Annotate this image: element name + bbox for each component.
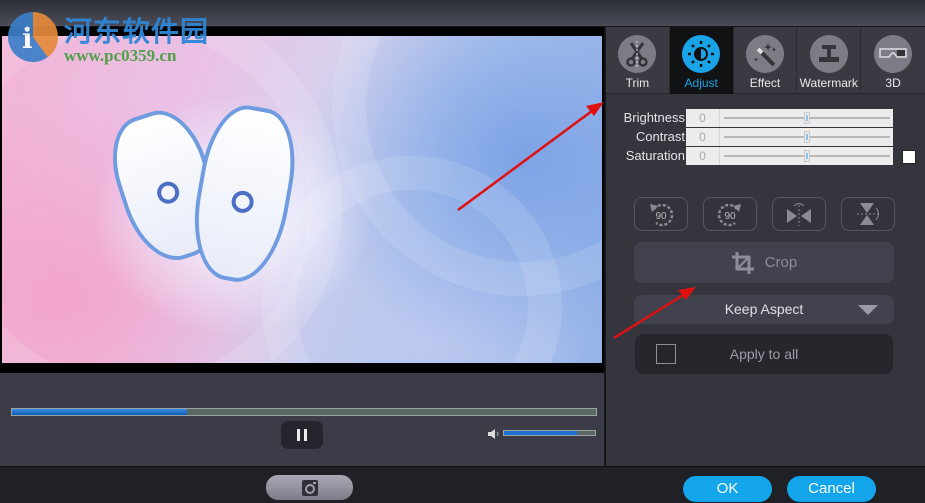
watermark-site-name: 河东软件园 [64, 15, 210, 48]
svg-text:90: 90 [655, 211, 667, 222]
contrast-row: Contrast 0 [606, 128, 925, 146]
shoe-emblem [154, 178, 183, 207]
tab-label: Adjust [684, 76, 718, 90]
saturation-row: Saturation 0 [606, 147, 925, 165]
video-editor-window: i 河东软件园 www.pc0359.cn Trim Adjust Effect… [0, 0, 925, 503]
brightness-slider-thumb[interactable] [804, 112, 810, 124]
logo-glyph: i [22, 22, 33, 55]
site-logo-icon: i [8, 12, 58, 62]
edit-tabs: Trim Adjust Effect Watermark 3D [606, 27, 925, 94]
brightness-control[interactable]: 0 [686, 109, 893, 127]
scissors-icon [618, 35, 657, 73]
shoe-emblem [229, 189, 256, 216]
tab-label: Watermark [799, 76, 858, 90]
rotate-right-button[interactable]: 90 [703, 197, 757, 231]
bottom-bar: OK Cancel [0, 466, 925, 503]
magic-wand-icon [745, 35, 784, 73]
volume-slider-fill [504, 431, 577, 435]
camera-icon [301, 479, 318, 496]
flip-vertical-icon [857, 203, 879, 225]
aspect-ratio-value: Keep Aspect [724, 301, 804, 317]
crop-icon [731, 251, 754, 274]
chevron-down-icon [858, 305, 878, 315]
seek-bar[interactable] [11, 408, 597, 416]
watermark-icon [809, 35, 848, 73]
deinterlace-checkbox[interactable] [902, 150, 916, 164]
flip-horizontal-button[interactable] [772, 197, 826, 231]
flip-horizontal-icon [787, 203, 811, 226]
volume-slider[interactable] [503, 430, 596, 436]
crop-button[interactable]: Crop [634, 242, 894, 283]
video-preview [2, 36, 602, 363]
contrast-control[interactable]: 0 [686, 128, 893, 146]
player-controls [0, 373, 604, 466]
video-preview-frame [0, 27, 604, 373]
pause-button[interactable] [281, 421, 323, 449]
saturation-control[interactable]: 0 [686, 147, 893, 165]
aspect-ratio-dropdown[interactable]: Keep Aspect [634, 295, 894, 324]
crop-label: Crop [764, 254, 798, 271]
apply-to-all-button[interactable]: Apply to all [635, 334, 893, 374]
contrast-slider-thumb[interactable] [804, 131, 810, 143]
rotate-left-icon: 90 [650, 203, 674, 227]
tab-effect[interactable]: Effect [734, 27, 798, 94]
tab-label: 3D [885, 76, 901, 90]
apply-to-all-label: Apply to all [729, 346, 799, 362]
3d-glasses-icon [874, 35, 913, 73]
tab-trim[interactable]: Trim [606, 27, 670, 94]
brightness-icon [682, 35, 721, 73]
edit-panel: Trim Adjust Effect Watermark 3D Brightne… [604, 27, 925, 466]
ok-button[interactable]: OK [683, 476, 772, 502]
pause-icon [304, 429, 307, 441]
flip-vertical-button[interactable] [841, 197, 895, 231]
svg-text:90: 90 [724, 211, 736, 222]
brightness-label: Brightness [623, 110, 685, 125]
watermark-url: www.pc0359.cn [64, 46, 177, 65]
contrast-label: Contrast [635, 129, 685, 144]
tab-watermark[interactable]: Watermark [797, 27, 862, 94]
tab-3d[interactable]: 3D [861, 27, 925, 94]
tab-adjust[interactable]: Adjust [669, 27, 734, 94]
cancel-button[interactable]: Cancel [787, 476, 876, 502]
speaker-icon[interactable] [488, 429, 500, 439]
brightness-value-input[interactable]: 0 [686, 109, 720, 127]
contrast-slider[interactable] [724, 131, 890, 143]
saturation-slider[interactable] [724, 150, 890, 162]
snapshot-button[interactable] [266, 475, 353, 500]
saturation-value-input[interactable]: 0 [686, 147, 720, 165]
brightness-slider[interactable] [724, 112, 890, 124]
rotate-right-icon: 90 [717, 203, 741, 227]
saturation-slider-thumb[interactable] [804, 150, 810, 162]
pause-icon [297, 429, 300, 441]
contrast-value-input[interactable]: 0 [686, 128, 720, 146]
seek-bar-fill [12, 409, 188, 415]
brightness-row: Brightness 0 [606, 109, 925, 127]
tab-label: Effect [749, 76, 781, 90]
saturation-label: Saturation [625, 148, 685, 163]
rotate-left-button[interactable]: 90 [634, 197, 688, 231]
tab-label: Trim [625, 76, 650, 90]
